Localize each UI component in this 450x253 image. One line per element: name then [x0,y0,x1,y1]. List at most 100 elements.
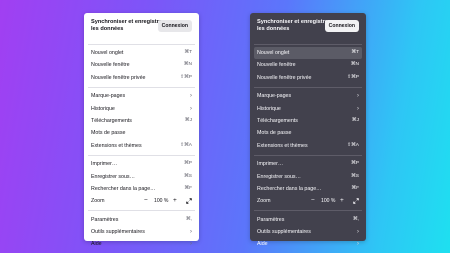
chevron-right-icon: › [356,240,359,248]
menu-item-label: Extensions et thèmes [257,142,308,149]
zoom-controls: − 100 % + [311,195,359,207]
menu-item-save-page[interactable]: Enregistrer sous… ⌘S [257,171,359,183]
shortcut-label: ⌘N [183,62,192,68]
zoom-controls: − 100 % + [144,195,192,207]
menu-item-label: Paramètres [257,216,285,223]
zoom-out-button[interactable]: − [144,195,148,207]
shortcut-label: ⇧⌘P [179,74,192,80]
menu-item-history[interactable]: Historique › [257,103,359,115]
shortcut-label: ⌘F [184,185,192,191]
shortcut-label: ⌘, [352,216,359,222]
menu-item-print[interactable]: Imprimer… ⌘P [91,158,192,170]
menu-item-new-window[interactable]: Nouvelle fenêtre ⌘N [91,59,192,71]
menu-item-settings[interactable]: Paramètres ⌘, [257,214,359,226]
menu-item-label: Paramètres [91,216,119,223]
shortcut-label: ⌘S [184,173,192,179]
separator [254,154,362,156]
shortcut-label: ⌘J [351,117,359,123]
menu-item-addons[interactable]: Extensions et thèmes ⇧⌘A [91,140,192,152]
chevron-right-icon: › [356,92,359,100]
menu-item-label: Nouvelle fenêtre privée [257,74,312,81]
separator [88,43,195,45]
menu-item-zoom: Zoom − 100 % + [91,195,192,207]
zoom-reset-button[interactable]: 100 % [321,195,335,207]
chevron-right-icon: › [356,228,359,236]
menu-item-history[interactable]: Historique › [91,103,192,115]
sync-title: Synchroniser et enregistrer les données [257,19,331,32]
chevron-right-icon: › [189,228,192,236]
shortcut-label: ⌘F [351,185,359,191]
menu-item-label: Mots de passe [91,130,126,137]
separator [88,210,195,212]
menu-item-passwords[interactable]: Mots de passe [91,127,192,139]
shortcut-label: ⌘P [184,161,192,167]
sync-header: Synchroniser et enregistrer les données … [257,18,359,41]
shortcut-label: ⇧⌘P [346,74,359,80]
chevron-right-icon: › [189,92,192,100]
menu-item-settings[interactable]: Paramètres ⌘, [91,214,192,226]
app-menu-light: Synchroniser et enregistrer les données … [84,13,199,247]
shortcut-label: ⌘N [350,62,359,68]
menu-item-passwords[interactable]: Mots de passe [257,127,359,139]
separator [254,43,362,45]
menu-item-new-private-window[interactable]: Nouvelle fenêtre privée ⇧⌘P [91,72,192,84]
menu-item-label: Rechercher dans la page… [91,185,156,192]
zoom-out-button[interactable]: − [311,195,315,207]
separator [88,86,195,88]
menu-item-label: Extensions et thèmes [91,142,142,149]
fullscreen-icon[interactable] [353,198,359,205]
zoom-label: Zoom [91,198,105,205]
zoom-reset-button[interactable]: 100 % [154,195,168,207]
menu-item-find[interactable]: Rechercher dans la page… ⌘F [91,183,192,195]
menu-item-label: Rechercher dans la page… [257,185,322,192]
menu-item-label: Nouvelle fenêtre privée [91,74,146,81]
menu-item-label: Nouvel onglet [91,50,124,56]
shortcut-label: ⌘P [351,161,359,167]
menu-item-bookmarks[interactable]: Marque-pages › [257,90,359,102]
sync-title: Synchroniser et enregistrer les données [91,19,165,32]
menu-item-label: Historique [91,105,115,112]
shortcut-label: ⌘T [184,50,192,55]
menu-item-more-tools[interactable]: Outils supplémentaires › [91,226,192,238]
fullscreen-icon[interactable] [186,198,192,205]
menu-item-zoom: Zoom − 100 % + [257,195,359,207]
signin-button[interactable]: Connexion [157,20,192,32]
separator [254,86,362,88]
menu-item-downloads[interactable]: Téléchargements ⌘J [91,115,192,127]
menu-item-label: Nouvelle fenêtre [257,62,296,69]
menu-item-bookmarks[interactable]: Marque-pages › [91,90,192,102]
sync-header: Synchroniser et enregistrer les données … [91,18,192,41]
menu-item-downloads[interactable]: Téléchargements ⌘J [257,115,359,127]
menu-item-label: Nouvel onglet [257,50,290,56]
zoom-in-button[interactable]: + [340,195,344,207]
zoom-in-button[interactable]: + [173,195,177,207]
menu-item-label: Outils supplémentaires [91,229,145,236]
menu-item-addons[interactable]: Extensions et thèmes ⇧⌘A [257,140,359,152]
signin-button[interactable]: Connexion [324,20,359,32]
menu-item-find[interactable]: Rechercher dans la page… ⌘F [257,183,359,195]
menu-item-help[interactable]: Aide › [91,238,192,250]
menu-item-new-window[interactable]: Nouvelle fenêtre ⌘N [257,59,359,71]
menu-item-label: Mots de passe [257,130,292,137]
menu-item-more-tools[interactable]: Outils supplémentaires › [257,226,359,238]
separator [88,154,195,156]
menu-item-label: Imprimer… [91,161,118,168]
menu-item-label: Aide [91,241,102,248]
shortcut-label: ⌘T [351,50,359,55]
menu-item-label: Outils supplémentaires [257,229,311,236]
menu-item-label: Historique [257,105,281,112]
menu-item-label: Marque-pages [91,93,126,100]
menu-item-new-tab[interactable]: Nouvel onglet ⌘T [91,47,192,59]
menu-item-label: Téléchargements [91,117,132,124]
chevron-right-icon: › [356,104,359,112]
zoom-label: Zoom [257,198,271,205]
menu-item-help[interactable]: Aide › [257,238,359,250]
menu-item-label: Imprimer… [257,161,284,168]
menu-item-new-private-window[interactable]: Nouvelle fenêtre privée ⇧⌘P [257,72,359,84]
separator [254,210,362,212]
menu-item-save-page[interactable]: Enregistrer sous… ⌘S [91,171,192,183]
menu-item-print[interactable]: Imprimer… ⌘P [257,158,359,170]
chevron-right-icon: › [189,240,192,248]
menu-item-label: Enregistrer sous… [91,173,135,180]
menu-item-new-tab[interactable]: Nouvel onglet ⌘T [254,47,362,60]
